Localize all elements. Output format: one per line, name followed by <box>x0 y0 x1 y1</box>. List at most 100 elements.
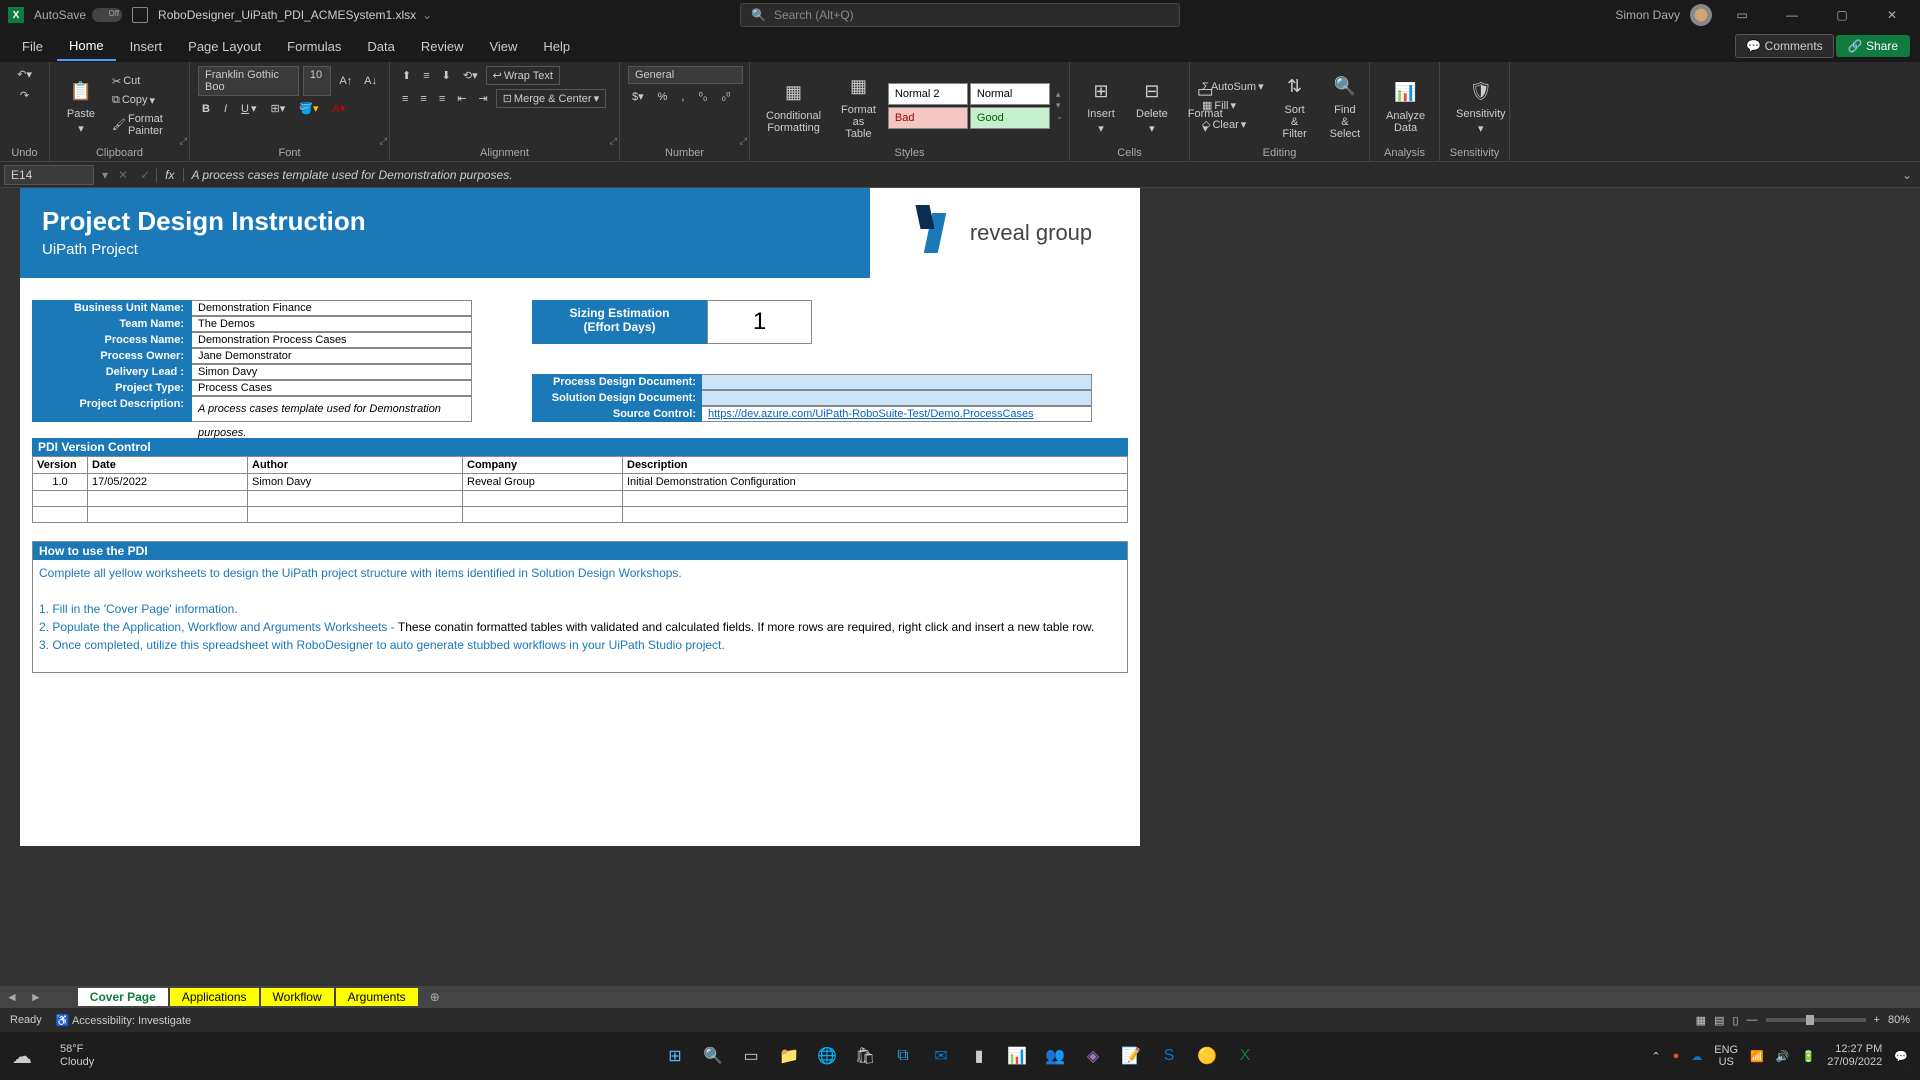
name-box[interactable]: E14 <box>4 165 94 185</box>
teams-icon[interactable]: 👥 <box>1041 1042 1069 1070</box>
maximize-icon[interactable]: ▢ <box>1822 1 1862 29</box>
start-icon[interactable]: ⊞ <box>661 1042 689 1070</box>
tab-page-layout[interactable]: Page Layout <box>176 33 273 60</box>
table-row[interactable]: 1.0 17/05/2022 Simon Davy Reveal Group I… <box>33 474 1128 491</box>
value-team[interactable]: The Demos <box>192 316 472 332</box>
tab-view[interactable]: View <box>477 33 529 60</box>
weather-icon[interactable]: ☁ <box>12 1044 32 1069</box>
zoom-out-icon[interactable]: — <box>1747 1014 1758 1026</box>
clipboard-expand-icon[interactable]: ⤢ <box>180 136 187 147</box>
app-icon[interactable]: 📊 <box>1003 1042 1031 1070</box>
edge-icon[interactable]: 🌐 <box>813 1042 841 1070</box>
tray-chevron-icon[interactable]: ⌃ <box>1651 1050 1660 1063</box>
styles-more-icon[interactable]: ⌄ <box>1056 111 1064 122</box>
tab-formulas[interactable]: Formulas <box>275 33 353 60</box>
align-left-icon[interactable]: ≡ <box>398 91 412 107</box>
value-bu[interactable]: Demonstration Finance <box>192 300 472 316</box>
value-process[interactable]: Demonstration Process Cases <box>192 332 472 348</box>
cut-button[interactable]: ✂ Cut <box>108 73 181 90</box>
value-src[interactable]: https://dev.azure.com/UiPath-RoboSuite-T… <box>702 406 1092 422</box>
excel-taskbar-icon[interactable]: X <box>1231 1042 1259 1070</box>
explorer-icon[interactable]: 📁 <box>775 1042 803 1070</box>
expand-formula-bar-icon[interactable]: ⌄ <box>1894 168 1920 182</box>
alignment-expand-icon[interactable]: ⤢ <box>610 136 617 147</box>
orientation-icon[interactable]: ⟲▾ <box>459 67 482 84</box>
battery-icon[interactable]: 🔋 <box>1802 1050 1816 1063</box>
task-view-icon[interactable]: ▭ <box>737 1042 765 1070</box>
align-right-icon[interactable]: ≡ <box>435 91 449 107</box>
language-indicator[interactable]: ENG US <box>1714 1044 1738 1068</box>
conditional-formatting-button[interactable]: ▦Conditional Formatting <box>758 74 829 138</box>
decrease-font-icon[interactable]: A↓ <box>360 66 381 96</box>
status-accessibility[interactable]: ♿ Accessibility: Investigate <box>56 1014 191 1027</box>
align-middle-icon[interactable]: ≡ <box>419 68 433 84</box>
tab-file[interactable]: File <box>10 33 55 60</box>
avatar[interactable] <box>1690 4 1712 26</box>
enter-formula-icon[interactable]: ✓ <box>134 168 156 182</box>
file-name[interactable]: RoboDesigner_UiPath_PDI_ACMESystem1.xlsx <box>158 8 416 22</box>
tab-help[interactable]: Help <box>531 33 582 60</box>
currency-icon[interactable]: $▾ <box>628 88 648 105</box>
format-painter-button[interactable]: 🖌 Format Painter <box>108 111 181 139</box>
wrap-text-button[interactable]: ↩ Wrap Text <box>486 66 560 85</box>
vc-version[interactable]: 1.0 <box>33 474 88 491</box>
table-row[interactable] <box>33 507 1128 523</box>
minimize-icon[interactable]: — <box>1772 1 1812 29</box>
ribbon-mode-icon[interactable]: ▭ <box>1722 1 1762 29</box>
view-normal-icon[interactable]: ▦ <box>1696 1014 1706 1027</box>
value-lead[interactable]: Simon Davy <box>192 364 472 380</box>
undo-button[interactable]: ↶▾ <box>13 66 36 83</box>
fx-icon[interactable]: fx <box>156 168 183 182</box>
percent-icon[interactable]: % <box>654 88 672 105</box>
store-icon[interactable]: 🛍 <box>851 1042 879 1070</box>
view-page-break-icon[interactable]: ▯ <box>1732 1014 1738 1027</box>
number-expand-icon[interactable]: ⤢ <box>740 136 747 147</box>
outlook-icon[interactable]: ✉ <box>927 1042 955 1070</box>
namebox-dropdown-icon[interactable]: ▾ <box>98 168 112 182</box>
font-name-select[interactable]: Franklin Gothic Boo <box>198 66 299 96</box>
notifications-icon[interactable]: 💬 <box>1894 1050 1908 1063</box>
comments-button[interactable]: 💬 Comments <box>1735 34 1833 58</box>
copy-button[interactable]: ⧉ Copy ▾ <box>108 92 181 109</box>
tray-onedrive-icon[interactable]: ☁ <box>1691 1050 1702 1063</box>
sheet-tab-cover[interactable]: Cover Page <box>78 988 168 1006</box>
view-page-layout-icon[interactable]: ▤ <box>1714 1014 1724 1027</box>
user-name[interactable]: Simon Davy <box>1615 8 1680 22</box>
taskbar-search-icon[interactable]: 🔍 <box>699 1042 727 1070</box>
source-control-link[interactable]: https://dev.azure.com/UiPath-RoboSuite-T… <box>708 408 1034 420</box>
volume-icon[interactable]: 🔊 <box>1776 1050 1790 1063</box>
styles-up-icon[interactable]: ▴ <box>1056 89 1064 100</box>
vc-date[interactable]: 17/05/2022 <box>88 474 248 491</box>
font-expand-icon[interactable]: ⤢ <box>380 136 387 147</box>
style-good[interactable]: Good <box>970 107 1050 129</box>
tab-data[interactable]: Data <box>355 33 406 60</box>
notes-icon[interactable]: 📝 <box>1117 1042 1145 1070</box>
value-sizing[interactable]: 1 <box>707 300 812 344</box>
font-size-select[interactable]: 10 <box>303 66 331 96</box>
align-top-icon[interactable]: ⬆ <box>398 67 415 84</box>
decrease-indent-icon[interactable]: ⇤ <box>453 90 470 107</box>
style-bad[interactable]: Bad <box>888 107 968 129</box>
sheet-nav-prev-icon[interactable]: ◄ <box>0 990 24 1004</box>
search-box[interactable]: 🔍 Search (Alt+Q) <box>740 3 1180 27</box>
cancel-formula-icon[interactable]: ✕ <box>112 168 134 182</box>
italic-button[interactable]: I <box>220 100 231 117</box>
visual-studio-icon[interactable]: ◈ <box>1079 1042 1107 1070</box>
vc-desc[interactable]: Initial Demonstration Configuration <box>623 474 1128 491</box>
table-row[interactable] <box>33 491 1128 507</box>
value-sdd[interactable] <box>702 390 1092 406</box>
value-pdesc[interactable]: A process cases template used for Demons… <box>192 396 472 422</box>
chrome-icon[interactable]: 🟡 <box>1193 1042 1221 1070</box>
zoom-in-icon[interactable]: + <box>1874 1014 1880 1026</box>
value-owner[interactable]: Jane Demonstrator <box>192 348 472 364</box>
tab-insert[interactable]: Insert <box>118 33 175 60</box>
border-button[interactable]: ⊞▾ <box>267 100 290 117</box>
tab-home[interactable]: Home <box>57 32 116 61</box>
save-icon[interactable] <box>132 7 148 23</box>
zoom-level[interactable]: 80% <box>1888 1014 1910 1026</box>
clear-button[interactable]: ◇ Clear ▾ <box>1198 116 1268 133</box>
increase-indent-icon[interactable]: ⇥ <box>474 90 491 107</box>
comma-icon[interactable]: , <box>677 88 688 105</box>
increase-decimal-icon[interactable]: ⁰₀ <box>694 88 711 105</box>
delete-cells-button[interactable]: ⊟Delete▾ <box>1128 72 1176 139</box>
